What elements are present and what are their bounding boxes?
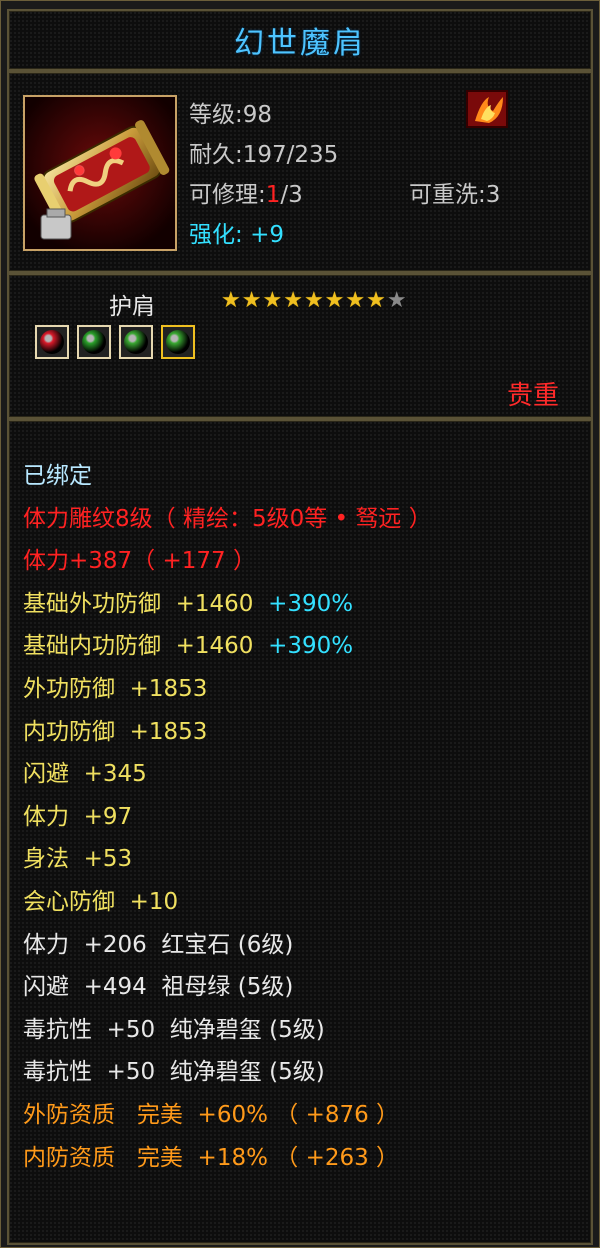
item-icon	[23, 95, 177, 251]
rewash-value: 3	[485, 182, 501, 208]
level-stat: 等级:98	[189, 102, 273, 128]
repair-current: 1	[265, 182, 281, 208]
attribute-line: 会心防御 +10	[23, 881, 432, 924]
attribute-line: 身法 +53	[23, 838, 432, 881]
gem-slot[interactable]	[161, 325, 195, 359]
attribute-text: 内防资质 完美 +18% （ +263 ）	[23, 1144, 400, 1171]
attribute-text: 体力 +97	[23, 803, 133, 830]
durability-value: 197/235	[242, 142, 339, 168]
gem-slot[interactable]	[35, 325, 69, 359]
item-meta-panel: 护肩 ★ ★ ★ ★ ★ ★ ★ ★ ★ 贵重	[7, 273, 593, 419]
durability-stat: 耐久:197/235	[189, 142, 339, 168]
star-filled-icon: ★	[221, 288, 241, 313]
attribute-line: 闪避 +345	[23, 753, 432, 796]
star-filled-icon: ★	[241, 288, 262, 313]
green-gem-icon	[124, 330, 148, 354]
attribute-line: 体力雕纹8级（ 精绘：5级0等 • 驽远 ）	[23, 498, 432, 541]
star-filled-icon: ★	[366, 288, 386, 313]
attribute-text: 身法 +53	[23, 846, 133, 873]
attribute-text: 闪避 +345	[23, 761, 147, 788]
attribute-line: 内功防御 +1853	[23, 711, 432, 754]
star-filled-icon: ★	[283, 288, 303, 313]
durability-label: 耐久	[189, 142, 235, 168]
attributes-panel: 已绑定体力雕纹8级（ 精绘：5级0等 • 驽远 ） 体力+387（ +177 ） 基…	[7, 419, 593, 1245]
enhance-label: 强化	[189, 222, 235, 248]
attribute-text: 外防资质 完美 +60% （ +876 ）	[23, 1101, 400, 1128]
repair-stat: 可修理:1/3	[189, 182, 303, 208]
set-badge-icon	[465, 89, 509, 129]
attribute-text: 体力 +206 红宝石 (6级)	[23, 931, 294, 958]
attribute-line: 内防资质 完美 +18% （ +263 ）	[23, 1137, 432, 1180]
gem-slot[interactable]	[77, 325, 111, 359]
attribute-line: 已绑定	[23, 455, 432, 498]
green-gem-icon	[166, 330, 190, 354]
attribute-line: 体力+387（ +177 ）	[23, 540, 432, 583]
attribute-text: 毒抗性 +50 纯净碧玺 (5级)	[23, 1059, 325, 1086]
attribute-line: 基础内功防御 +1460 +390%	[23, 625, 432, 668]
attribute-line: 闪避 +494 祖母绿 (5级)	[23, 966, 432, 1009]
attribute-line: 体力 +206 红宝石 (6级)	[23, 924, 432, 967]
repair-max: /3	[280, 182, 303, 208]
attribute-text: 基础外功防御 +1460	[23, 590, 269, 617]
attribute-text: +390%	[268, 633, 354, 660]
star-rating: ★ ★ ★ ★ ★ ★ ★ ★ ★	[221, 289, 407, 313]
level-value: 98	[242, 102, 273, 128]
shoulder-armor-icon	[25, 97, 175, 249]
star-filled-icon: ★	[324, 288, 345, 313]
item-tooltip: 幻世魔肩 等级:98 耐久:197/235 可修理:1/3 可重洗:3 强化: …	[0, 0, 600, 1248]
attribute-text: 会心防御 +10	[23, 888, 179, 915]
attribute-line: 毒抗性 +50 纯净碧玺 (5级)	[23, 1051, 432, 1094]
attribute-text: 外功防御 +1853	[23, 675, 208, 702]
gem-slots	[35, 325, 195, 359]
attribute-line: 基础外功防御 +1460 +390%	[23, 583, 432, 626]
gem-slot[interactable]	[119, 325, 153, 359]
attribute-text: 内功防御 +1853	[23, 718, 208, 745]
attribute-text: +390%	[268, 590, 354, 617]
item-info-panel: 等级:98 耐久:197/235 可修理:1/3 可重洗:3 强化: +9	[7, 71, 593, 273]
attribute-text: 体力+387（ +177 ）	[23, 548, 256, 575]
attribute-text: 已绑定	[23, 463, 92, 489]
attribute-list: 已绑定体力雕纹8级（ 精绘：5级0等 • 驽远 ） 体力+387（ +177 ） 基…	[23, 455, 432, 1179]
item-name: 幻世魔肩	[234, 26, 366, 61]
attribute-line: 外功防御 +1853	[23, 668, 432, 711]
item-type: 护肩	[109, 294, 155, 320]
star-filled-icon: ★	[303, 288, 324, 313]
attribute-text: 体力雕纹8级（ 精绘：5级0等 • 驽远 ）	[23, 505, 432, 532]
attribute-text: 闪避 +494 祖母绿 (5级)	[23, 974, 294, 1001]
attribute-line: 外防资质 完美 +60% （ +876 ）	[23, 1094, 432, 1137]
red-gem-icon	[40, 330, 64, 354]
enhance-value: +9	[250, 222, 284, 248]
green-gem-icon	[82, 330, 106, 354]
rarity-label: 贵重	[506, 381, 559, 411]
rewash-label: 可重洗	[409, 182, 478, 208]
enhance-stat: 强化: +9	[189, 222, 284, 248]
level-label: 等级	[189, 102, 235, 128]
attribute-text: 毒抗性 +50 纯净碧玺 (5级)	[23, 1016, 325, 1043]
attribute-line: 体力 +97	[23, 796, 432, 839]
repair-label: 可修理	[189, 182, 258, 208]
star-filled-icon: ★	[345, 288, 366, 313]
star-empty-icon: ★	[386, 288, 407, 313]
attribute-line: 毒抗性 +50 纯净碧玺 (5级)	[23, 1009, 432, 1052]
title-bar: 幻世魔肩	[7, 9, 593, 71]
rewash-stat: 可重洗:3	[409, 182, 501, 208]
star-filled-icon: ★	[262, 288, 283, 313]
attribute-text: 基础内功防御 +1460	[23, 633, 269, 660]
